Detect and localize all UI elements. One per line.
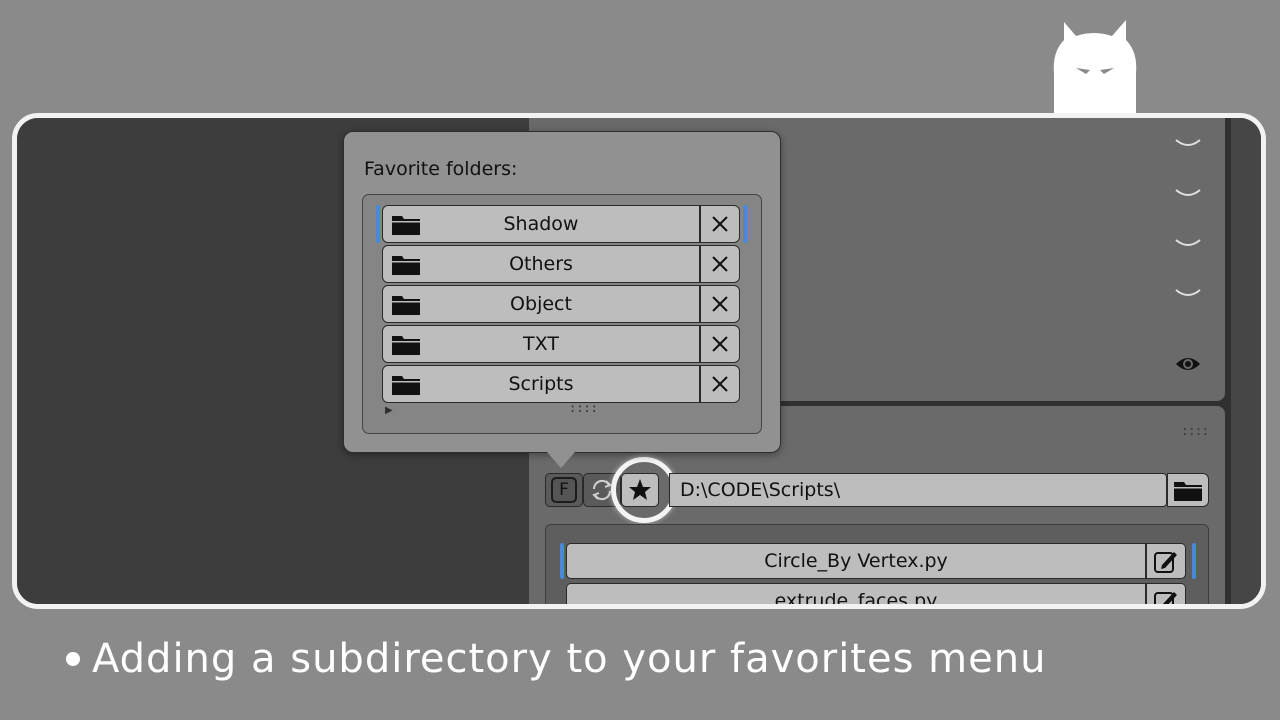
caption: Adding a subdirectory to your favorites … [66,636,1046,682]
chevron-down-icon[interactable] [1173,134,1203,154]
favorites-popup: Favorite folders: Shadow Others Object T… [343,131,781,468]
favorite-label: Scripts [508,373,574,395]
list-item: Circle_By Vertex.py [566,543,1186,579]
active-row-marker [560,543,564,579]
favorite-folder-button[interactable]: TXT [382,325,700,363]
screenshot-frame: :::: F D:\CODE\Scripts\ Circle_By Vertex… [12,113,1266,609]
active-row-marker [1192,543,1196,579]
close-icon [712,336,728,352]
close-icon [712,216,728,232]
remove-favorite-button[interactable] [700,365,740,403]
refresh-icon [592,479,612,501]
drag-grip-icon[interactable]: :::: [1181,424,1209,439]
close-icon [712,256,728,272]
active-row-marker [376,205,380,243]
edit-icon [1154,592,1177,604]
path-toolbar: F D:\CODE\Scripts\ [545,457,1209,523]
caption-text: Adding a subdirectory to your favorites … [92,636,1047,682]
popup-title: Favorite folders: [364,158,518,180]
popup-pointer [547,452,575,468]
close-icon [712,296,728,312]
edit-icon [1154,552,1177,573]
f-button-label: F [551,477,577,503]
favorite-item: TXT [382,325,740,363]
favorite-item: Scripts [382,365,740,403]
script-name-button[interactable]: extrude_faces.py [566,583,1146,604]
remove-favorite-button[interactable] [700,325,740,363]
script-list: Circle_By Vertex.py extrude_faces.py [545,524,1209,604]
scrollbar[interactable] [1231,118,1261,604]
favorite-folder-button[interactable]: Shadow [382,205,700,243]
edit-script-button[interactable] [1146,583,1186,604]
path-input[interactable]: D:\CODE\Scripts\ [669,473,1167,507]
favorite-item: Others [382,245,740,283]
refresh-button[interactable] [583,473,621,507]
close-icon [712,376,728,392]
favorite-label: Shadow [503,213,579,235]
active-row-marker [743,205,747,243]
star-icon [629,479,651,500]
script-name-button[interactable]: Circle_By Vertex.py [566,543,1146,579]
eye-icon[interactable] [1173,352,1203,376]
resize-grip-icon[interactable]: :::: [569,401,598,415]
chevron-down-icon[interactable] [1173,284,1203,304]
favorite-folder-button[interactable]: Object [382,285,700,323]
browse-folder-button[interactable] [1167,473,1209,507]
cat-mascot-logo [1053,20,1137,114]
favorites-list: Shadow Others Object TXT Scripts ▶:::: [362,194,762,434]
favorite-label: TXT [523,333,559,355]
add-favorite-button[interactable] [621,473,659,507]
list-item: extrude_faces.py [566,583,1186,604]
favorite-item: Object [382,285,740,323]
remove-favorite-button[interactable] [700,245,740,283]
remove-favorite-button[interactable] [700,285,740,323]
favorite-label: Others [509,253,573,275]
chevron-down-icon[interactable] [1173,234,1203,254]
remove-favorite-button[interactable] [700,205,740,243]
favorite-item: Shadow [382,205,740,243]
bullet-icon [66,652,80,666]
expand-triangle-icon[interactable]: ▶ [385,405,393,416]
edit-script-button[interactable] [1146,543,1186,579]
folder-icon [1174,482,1202,501]
favorite-folder-button[interactable]: Scripts [382,365,700,403]
chevron-down-icon[interactable] [1173,184,1203,204]
favorite-folder-button[interactable]: Others [382,245,700,283]
f-toggle-button[interactable]: F [545,473,583,507]
favorite-label: Object [510,293,572,315]
